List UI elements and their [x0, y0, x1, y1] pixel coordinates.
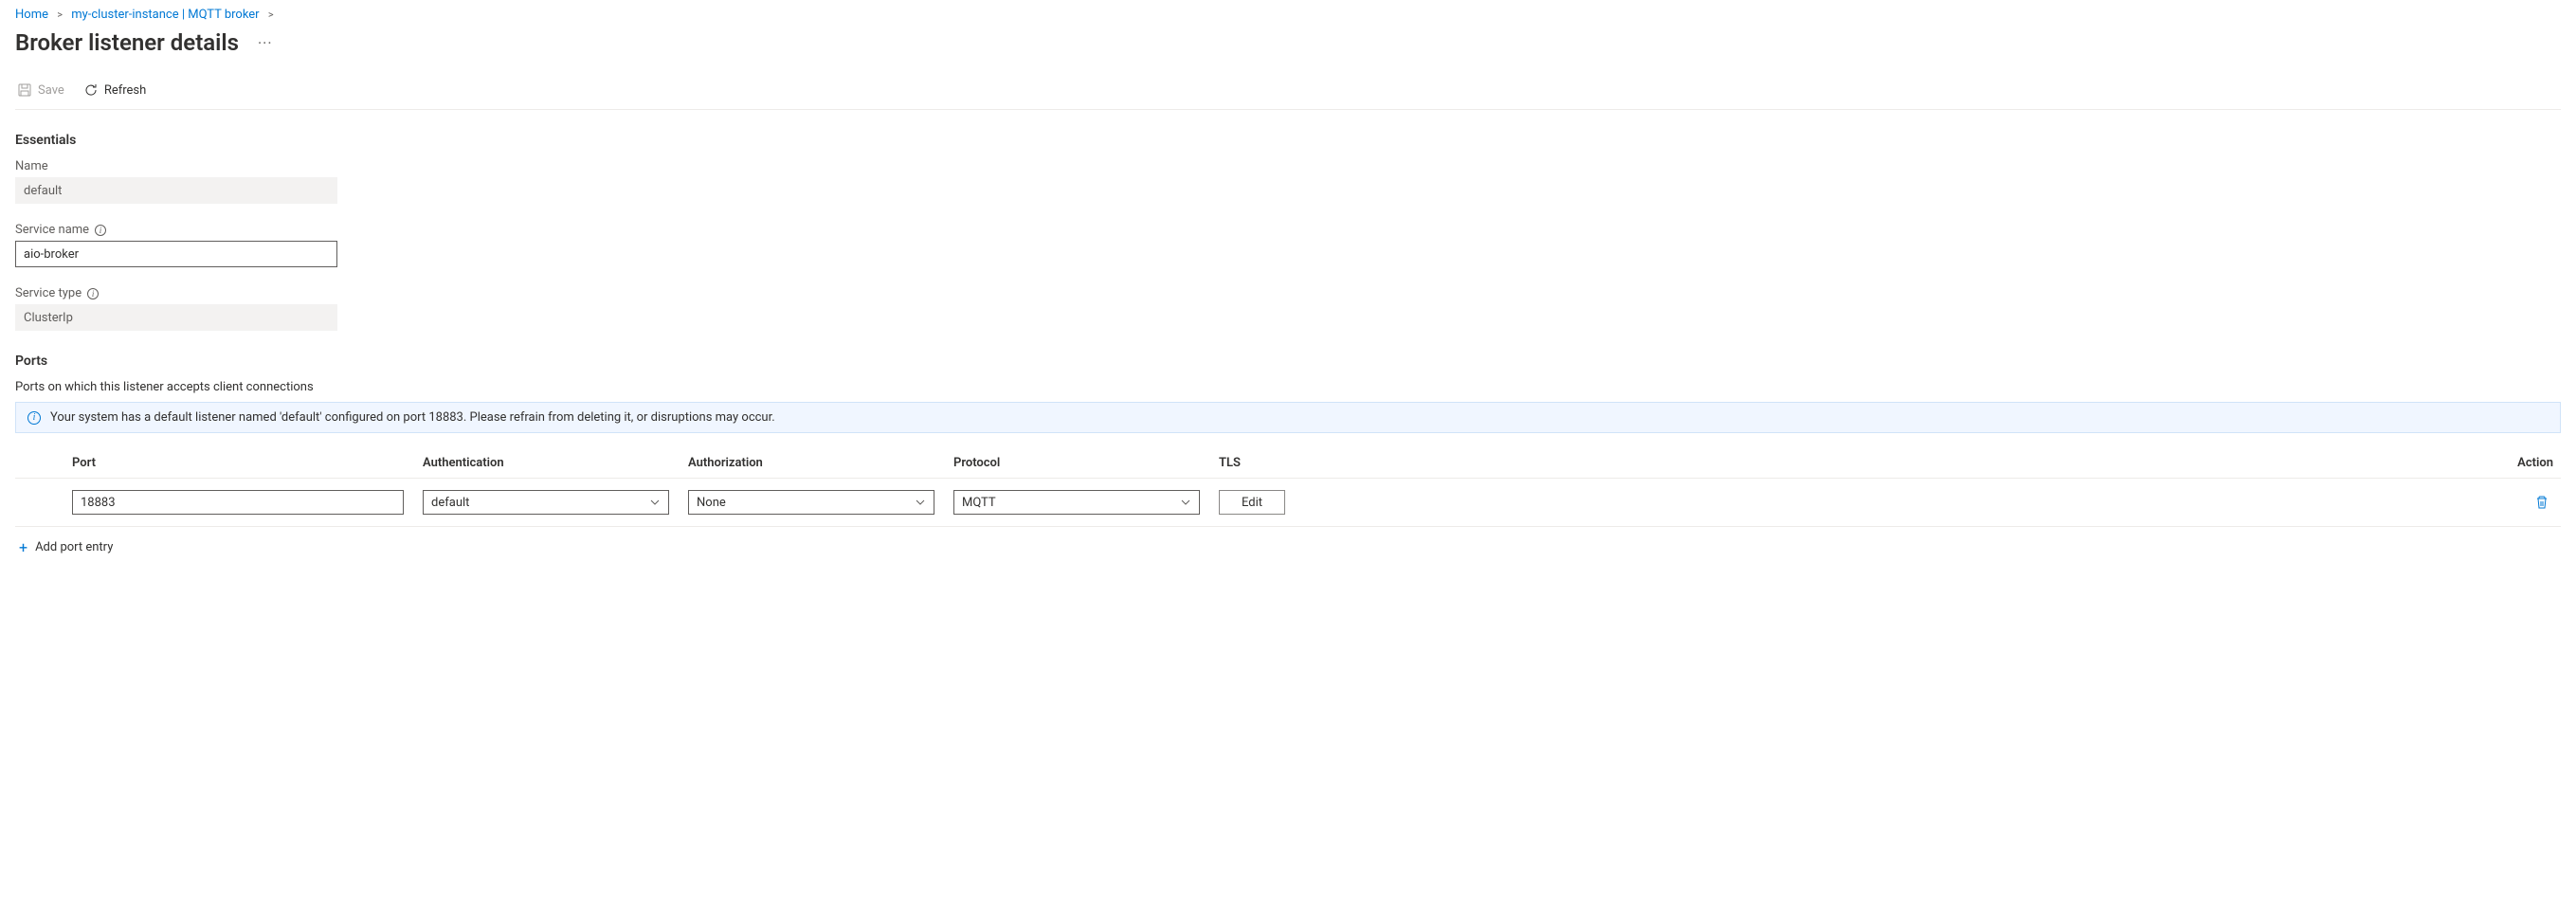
info-icon[interactable]: i: [95, 225, 106, 236]
chevron-right-icon: >: [268, 9, 274, 21]
col-port: Port: [72, 456, 423, 470]
table-row: default None MQTT Edit: [15, 479, 2561, 527]
trash-icon: [2534, 495, 2549, 510]
service-type-input: [15, 304, 337, 331]
save-label: Save: [38, 83, 64, 98]
essentials-section: Essentials Name Service name i Service t…: [15, 133, 2561, 331]
add-port-entry-button[interactable]: + Add port entry: [15, 527, 117, 568]
info-icon: i: [27, 411, 41, 425]
page-header: Broker listener details ···: [15, 26, 2561, 71]
essentials-heading: Essentials: [15, 133, 2561, 148]
save-icon: [17, 82, 32, 98]
info-icon[interactable]: i: [87, 288, 99, 299]
service-type-label: Service type i: [15, 286, 2561, 300]
service-name-label: Service name i: [15, 223, 2561, 237]
ports-section: Ports Ports on which this listener accep…: [15, 354, 2561, 568]
more-actions-button[interactable]: ···: [258, 34, 273, 52]
col-authentication: Authentication: [423, 456, 688, 470]
ports-description: Ports on which this listener accepts cli…: [15, 380, 2561, 394]
col-authorization: Authorization: [688, 456, 953, 470]
ports-heading: Ports: [15, 354, 2561, 369]
authentication-select[interactable]: default: [423, 490, 669, 515]
info-banner: i Your system has a default listener nam…: [15, 402, 2561, 433]
authorization-select[interactable]: None: [688, 490, 934, 515]
col-protocol: Protocol: [953, 456, 1219, 470]
breadcrumb: Home > my-cluster-instance | MQTT broker…: [15, 0, 2561, 26]
service-name-input[interactable]: [15, 241, 337, 267]
tls-edit-button[interactable]: Edit: [1219, 490, 1285, 515]
name-field: Name: [15, 159, 2561, 204]
page-title: Broker listener details: [15, 29, 239, 56]
port-input[interactable]: [72, 490, 404, 515]
service-name-field: Service name i: [15, 223, 2561, 267]
name-input: [15, 177, 337, 204]
refresh-label: Refresh: [104, 83, 146, 98]
refresh-button[interactable]: Refresh: [82, 79, 148, 101]
col-tls: TLS: [1219, 456, 1333, 470]
protocol-select[interactable]: MQTT: [953, 490, 1200, 515]
chevron-right-icon: >: [57, 9, 63, 21]
delete-row-button[interactable]: [2531, 491, 2553, 514]
ports-table: Port Authentication Authorization Protoc…: [15, 448, 2561, 527]
breadcrumb-home[interactable]: Home: [15, 8, 48, 22]
plus-icon: +: [19, 538, 27, 556]
breadcrumb-cluster[interactable]: my-cluster-instance | MQTT broker: [71, 8, 259, 22]
toolbar: Save Refresh: [15, 71, 2561, 110]
service-type-field: Service type i: [15, 286, 2561, 331]
name-label: Name: [15, 159, 2561, 173]
save-button[interactable]: Save: [15, 79, 66, 101]
add-port-entry-label: Add port entry: [35, 540, 113, 554]
refresh-icon: [83, 82, 99, 98]
info-banner-text: Your system has a default listener named…: [50, 410, 775, 425]
col-action: Action: [2517, 456, 2561, 470]
ports-table-header: Port Authentication Authorization Protoc…: [15, 448, 2561, 479]
